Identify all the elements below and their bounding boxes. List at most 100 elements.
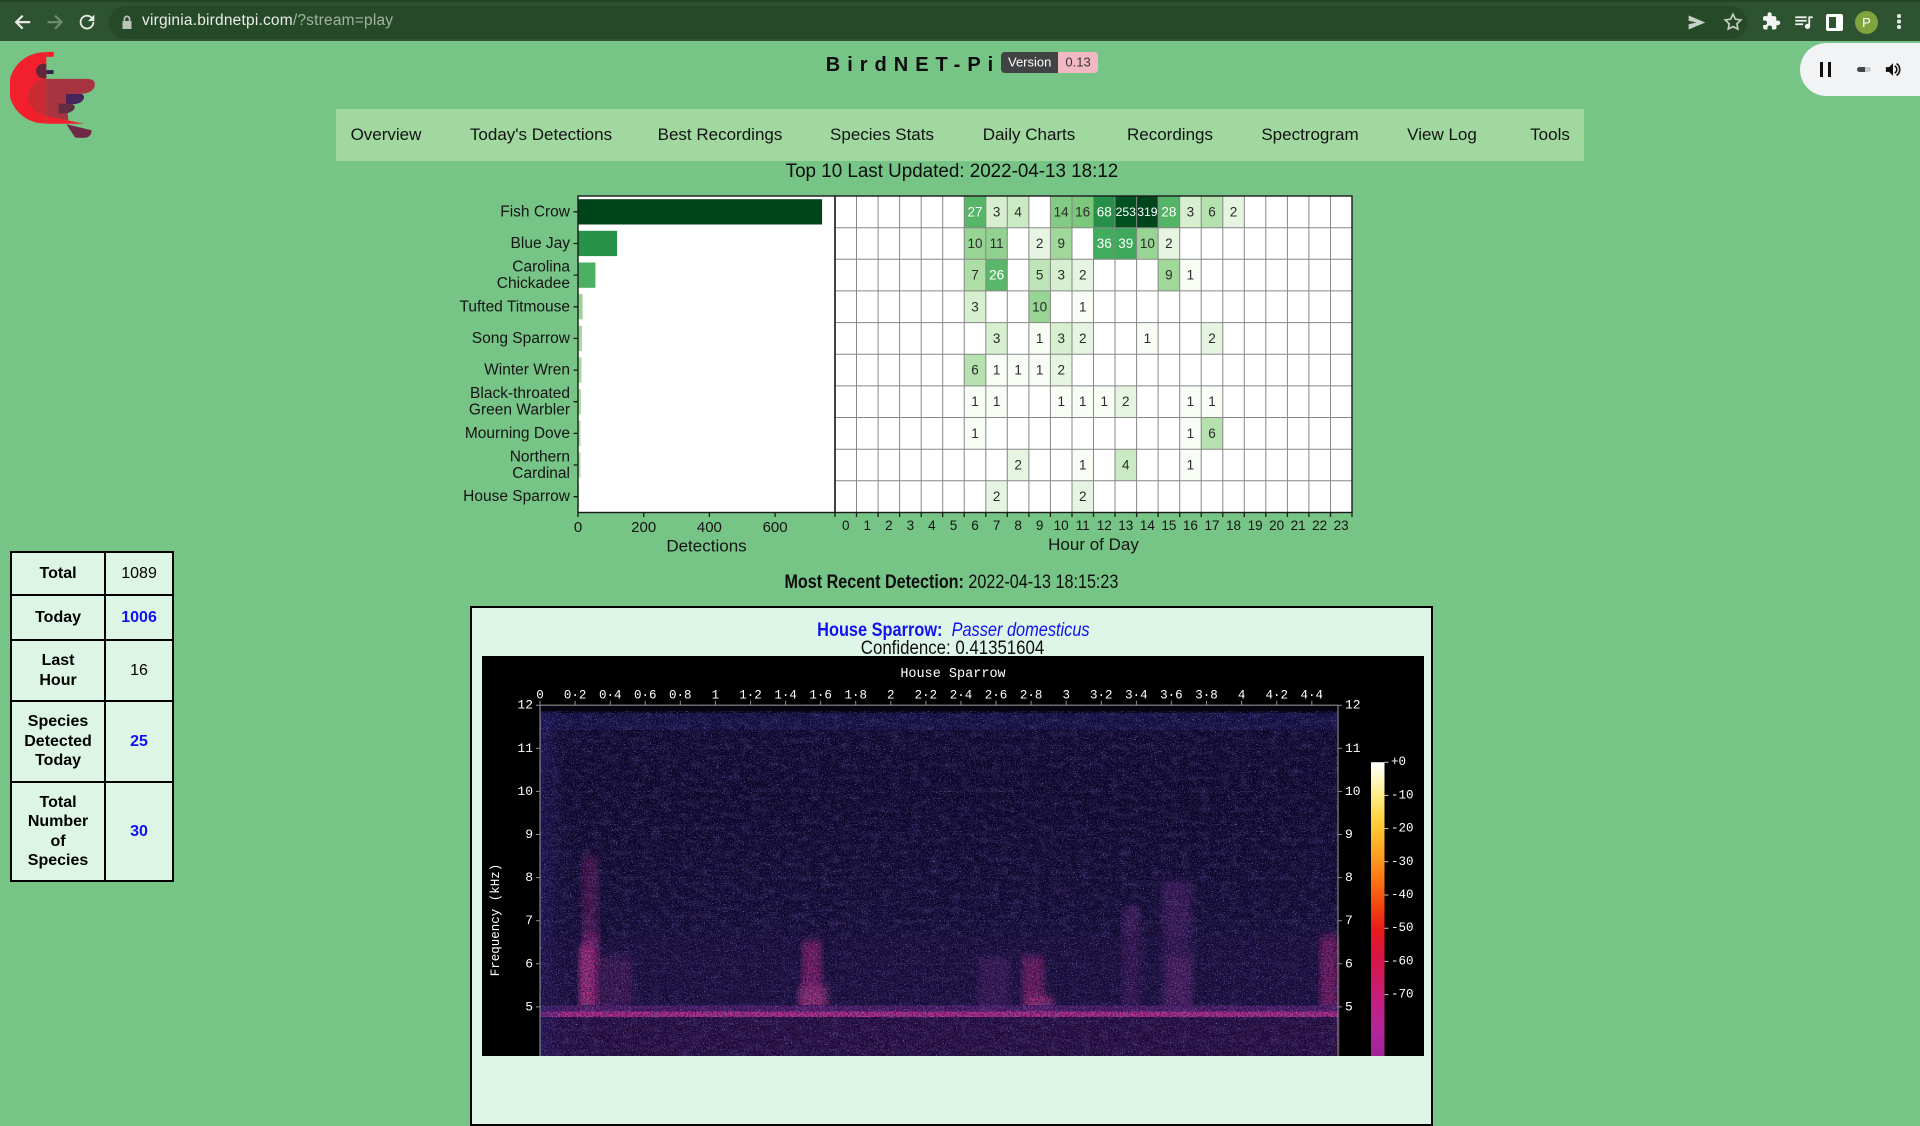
- svg-text:1: 1: [993, 394, 1001, 409]
- svg-text:9: 9: [1165, 268, 1173, 283]
- svg-text:Carolina: Carolina: [512, 258, 570, 275]
- svg-text:1: 1: [712, 689, 720, 703]
- svg-text:4·2: 4·2: [1265, 689, 1288, 703]
- svg-text:0·8: 0·8: [669, 689, 692, 703]
- svg-text:3: 3: [971, 299, 979, 314]
- svg-text:Hour of Day: Hour of Day: [1048, 535, 1139, 554]
- svg-text:Song Sparrow: Song Sparrow: [472, 330, 571, 347]
- svg-text:2: 2: [1230, 204, 1238, 219]
- svg-text:16: 16: [1075, 204, 1090, 219]
- svg-text:3: 3: [1057, 268, 1065, 283]
- svg-text:12: 12: [1097, 518, 1112, 533]
- svg-text:6: 6: [1208, 204, 1216, 219]
- svg-text:11: 11: [990, 236, 1004, 251]
- svg-text:11: 11: [1076, 518, 1090, 533]
- svg-text:20: 20: [1269, 518, 1284, 533]
- svg-text:14: 14: [1140, 518, 1156, 533]
- svg-text:1: 1: [1014, 363, 1022, 378]
- svg-text:68: 68: [1097, 204, 1112, 219]
- svg-text:1: 1: [1187, 426, 1195, 441]
- svg-text:-20: -20: [1391, 822, 1414, 836]
- svg-text:House Sparrow: House Sparrow: [900, 667, 1005, 682]
- svg-text:1·2: 1·2: [739, 689, 762, 703]
- svg-text:-40: -40: [1391, 888, 1414, 902]
- svg-text:11: 11: [1345, 741, 1361, 756]
- svg-text:1: 1: [971, 426, 979, 441]
- svg-text:8: 8: [1345, 870, 1353, 885]
- svg-text:253: 253: [1116, 205, 1137, 219]
- svg-text:3: 3: [993, 204, 1001, 219]
- svg-text:0·2: 0·2: [564, 689, 587, 703]
- svg-text:Blue Jay: Blue Jay: [511, 235, 571, 252]
- svg-text:8: 8: [1014, 518, 1022, 533]
- svg-text:2: 2: [1079, 489, 1087, 504]
- svg-text:-70: -70: [1391, 988, 1414, 1002]
- svg-text:2: 2: [1036, 236, 1044, 251]
- svg-text:10: 10: [967, 236, 982, 251]
- svg-text:1·4: 1·4: [774, 689, 797, 703]
- svg-text:Chickadee: Chickadee: [497, 275, 570, 292]
- svg-text:16: 16: [1183, 518, 1198, 533]
- svg-text:7: 7: [993, 518, 1001, 533]
- svg-text:10: 10: [1345, 784, 1361, 799]
- svg-text:1: 1: [1208, 394, 1216, 409]
- svg-text:House Sparrow: House Sparrow: [463, 488, 571, 505]
- svg-text:2: 2: [887, 689, 895, 703]
- svg-text:9: 9: [1345, 827, 1353, 842]
- svg-text:5: 5: [1036, 268, 1044, 283]
- svg-text:2: 2: [993, 489, 1001, 504]
- svg-text:2: 2: [885, 518, 893, 533]
- svg-text:1·8: 1·8: [844, 689, 867, 703]
- svg-text:1: 1: [1187, 394, 1195, 409]
- svg-text:9: 9: [1057, 236, 1065, 251]
- svg-text:10: 10: [1032, 299, 1047, 314]
- svg-text:4: 4: [1122, 458, 1130, 473]
- svg-text:3·2: 3·2: [1090, 689, 1113, 703]
- svg-text:7: 7: [525, 913, 533, 928]
- svg-text:3: 3: [1062, 689, 1070, 703]
- svg-text:2·4: 2·4: [950, 689, 973, 703]
- svg-text:22: 22: [1312, 518, 1327, 533]
- svg-text:10: 10: [517, 784, 533, 799]
- svg-text:600: 600: [763, 519, 788, 536]
- svg-text:1: 1: [1187, 268, 1195, 283]
- svg-text:-60: -60: [1391, 954, 1414, 968]
- svg-text:13: 13: [1118, 518, 1133, 533]
- svg-text:3·4: 3·4: [1125, 689, 1148, 703]
- svg-text:10: 10: [1054, 518, 1069, 533]
- svg-text:2·6: 2·6: [985, 689, 1008, 703]
- svg-text:3·6: 3·6: [1160, 689, 1183, 703]
- svg-text:23: 23: [1334, 518, 1349, 533]
- svg-text:6: 6: [971, 363, 979, 378]
- svg-text:12: 12: [1345, 698, 1361, 713]
- svg-text:28: 28: [1161, 204, 1176, 219]
- svg-text:5: 5: [950, 518, 958, 533]
- svg-text:6: 6: [971, 518, 979, 533]
- svg-text:3: 3: [1187, 204, 1195, 219]
- svg-text:1: 1: [993, 363, 1001, 378]
- svg-text:7: 7: [1345, 913, 1353, 928]
- svg-text:8: 8: [525, 870, 533, 885]
- svg-text:15: 15: [1161, 518, 1176, 533]
- svg-text:+0: +0: [1391, 755, 1406, 769]
- svg-text:1·6: 1·6: [809, 689, 832, 703]
- svg-text:2·2: 2·2: [915, 689, 938, 703]
- svg-text:4: 4: [1014, 204, 1022, 219]
- svg-text:Tufted Titmouse: Tufted Titmouse: [459, 298, 570, 315]
- svg-text:-50: -50: [1391, 921, 1414, 935]
- svg-text:Cardinal: Cardinal: [512, 465, 570, 482]
- svg-text:2: 2: [1057, 363, 1065, 378]
- svg-text:Frequency (kHz): Frequency (kHz): [489, 864, 503, 977]
- svg-text:10: 10: [1140, 236, 1155, 251]
- svg-text:Black-throated: Black-throated: [470, 385, 570, 402]
- svg-text:1: 1: [1036, 331, 1044, 346]
- svg-text:4·4: 4·4: [1301, 689, 1324, 703]
- svg-text:1: 1: [971, 394, 979, 409]
- svg-text:17: 17: [1204, 518, 1219, 533]
- svg-text:1: 1: [1144, 331, 1152, 346]
- svg-text:18: 18: [1226, 518, 1241, 533]
- svg-text:3: 3: [907, 518, 915, 533]
- svg-text:7: 7: [971, 268, 979, 283]
- svg-text:2: 2: [1079, 268, 1087, 283]
- svg-text:0: 0: [574, 519, 582, 536]
